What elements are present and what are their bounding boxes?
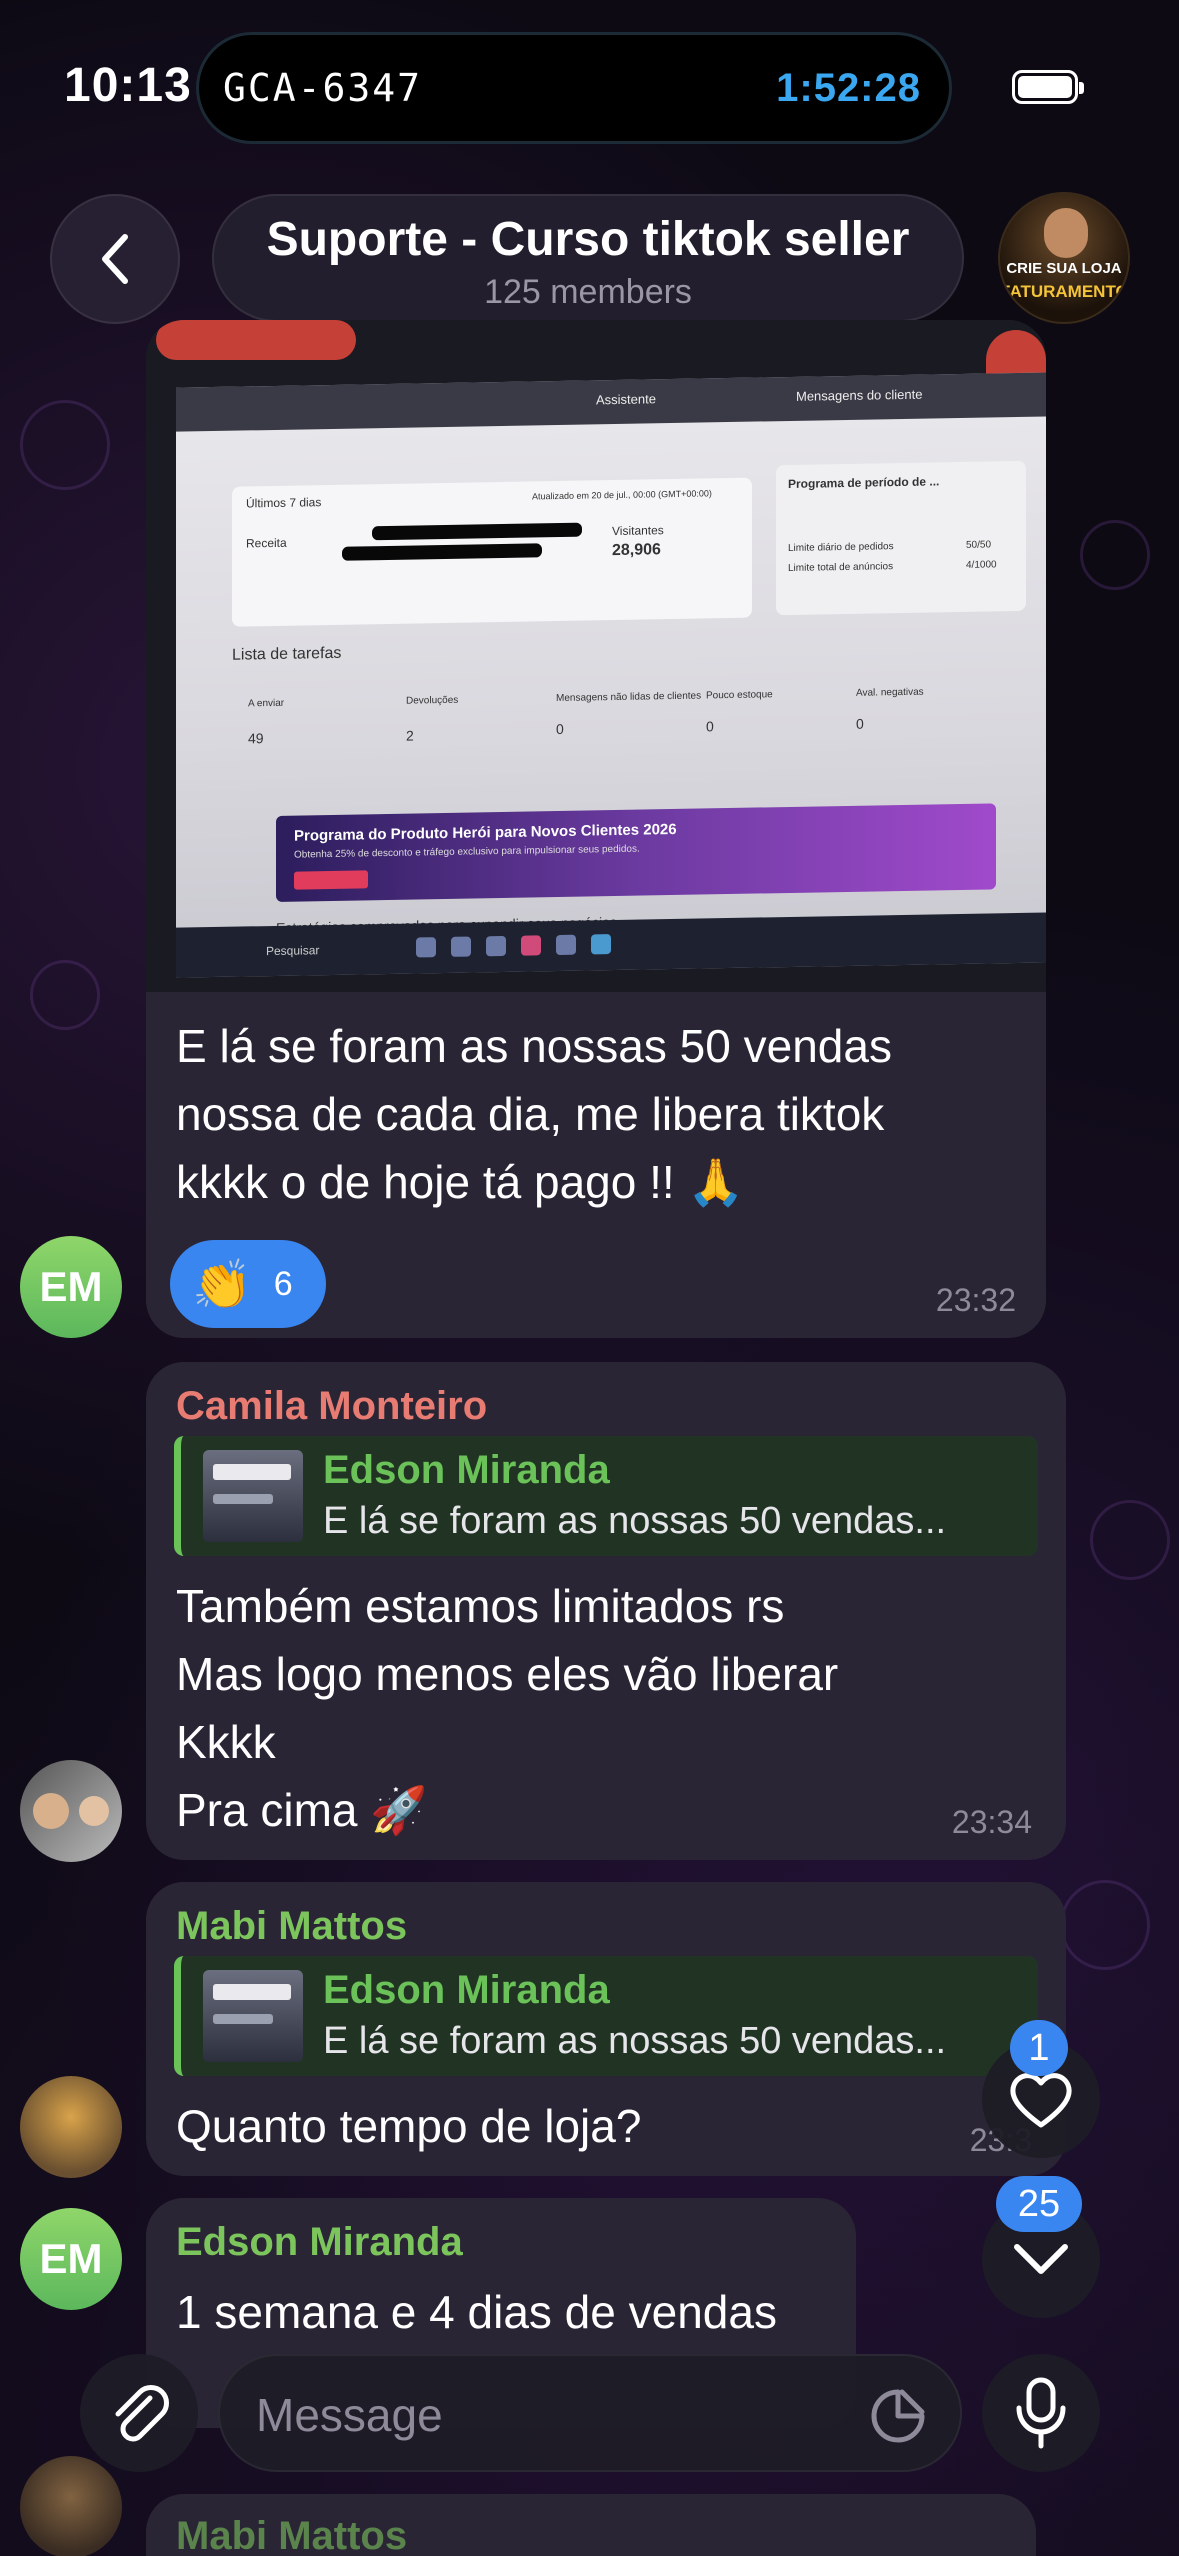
message-text: Quanto tempo de loja? (176, 2100, 642, 2152)
reply-text: E lá se foram as nossas 50 vendas... (323, 2020, 947, 2062)
photo-text: Obtenha 25% de desconto e tráfego exclus… (294, 843, 640, 861)
heart-icon (1010, 2073, 1072, 2128)
status-time: 10:13 (64, 59, 192, 112)
photo-text: 0 (856, 715, 864, 732)
message-bubble[interactable]: Camila Monteiro Edson Miranda E lá se fo… (146, 1362, 1066, 1860)
avatar[interactable]: EM (20, 2208, 122, 2310)
photo-text: Atualizado em 20 de jul., 00:00 (GMT+00:… (532, 488, 712, 502)
microphone-icon (1016, 2377, 1066, 2449)
dynamic-island[interactable]: GCA-6347 1:52:28 (196, 32, 952, 144)
reply-author: Edson Miranda (323, 1968, 610, 2012)
reply-author: Edson Miranda (323, 1448, 610, 1492)
message-text-line: Pra cima 🚀 (176, 1784, 428, 1836)
island-label: GCA-6347 (223, 66, 423, 110)
island-timer: 1:52:28 (776, 65, 921, 110)
message-text-line: E lá se foram as nossas 50 vendas (176, 1020, 892, 1072)
message-text-line: Kkkk (176, 1716, 276, 1768)
photo-text: 2 (406, 727, 414, 744)
reply-preview[interactable]: Edson Miranda E lá se foram as nossas 50… (174, 1956, 1038, 2076)
photo-text: 0 (556, 720, 564, 738)
sticker-icon[interactable] (868, 2386, 928, 2446)
message-text-line: nossa de cada dia, me libera tiktok (176, 1088, 885, 1140)
photo-text: 50/50 (966, 539, 992, 551)
photo-text: Mensagens não lidas de clientes (556, 690, 702, 705)
group-avatar-line1: CRIE SUA LOJA (1006, 260, 1122, 277)
message-text-line: kkkk o de hoje tá pago !! 🙏 (176, 1156, 745, 1208)
photo-text: Pesquisar (266, 943, 320, 959)
photo-text: 28,906 (612, 541, 661, 560)
status-bar: 10:13 GCA-6347 1:52:28 (0, 0, 1179, 170)
message-text-line: Também estamos limitados rs (176, 1580, 785, 1632)
message-bubble[interactable]: Mabi Mattos (146, 2494, 1036, 2556)
photo-text: Programa do Produto Herói para Novos Cli… (294, 820, 677, 845)
photo-text: Devoluções (406, 694, 459, 707)
photo-attachment[interactable]: Assistente Mensagens do cliente Últimos … (146, 320, 1046, 992)
photo-text: Receita (246, 535, 287, 551)
reply-thumbnail (203, 1450, 303, 1542)
reply-preview[interactable]: Edson Miranda E lá se foram as nossas 50… (174, 1436, 1038, 1556)
avatar[interactable] (20, 1760, 122, 1862)
avatar[interactable] (20, 2456, 122, 2556)
clap-icon: 👏 (192, 1258, 252, 1312)
chat-title: Suporte - Curso tiktok seller (266, 213, 910, 266)
back-button[interactable] (50, 194, 180, 324)
sender-name: Camila Monteiro (176, 1384, 488, 1428)
chevron-left-icon (102, 234, 128, 284)
photo-text: 0 (706, 718, 714, 735)
message-bubble[interactable]: Assistente Mensagens do cliente Últimos … (146, 320, 1046, 1338)
photo-text: Programa de período de ... (788, 474, 940, 491)
message-composer[interactable] (218, 2354, 962, 2472)
message-bubble[interactable]: Mabi Mattos Edson Miranda E lá se foram … (146, 1882, 1066, 2176)
sender-name: Mabi Mattos (176, 2514, 408, 2556)
message-time: 23:32 (935, 1282, 1016, 1318)
unread-badge: 25 (996, 2176, 1082, 2232)
photo-text: Lista de tarefas (232, 644, 342, 664)
avatar[interactable]: EM (20, 1236, 122, 1338)
attach-button[interactable] (80, 2354, 198, 2472)
photo-text: Últimos 7 dias (246, 495, 322, 511)
photo-text: 49 (248, 730, 264, 747)
sender-name: Mabi Mattos (176, 1904, 408, 1948)
message-time: 23:34 (951, 1804, 1032, 1840)
paperclip-icon (115, 2385, 169, 2442)
reaction-chip[interactable]: 👏 6 (170, 1240, 326, 1328)
chat-header[interactable]: Suporte - Curso tiktok seller 125 member… (212, 194, 964, 322)
sender-name: Edson Miranda (176, 2220, 463, 2264)
message-input[interactable] (256, 2380, 816, 2450)
photo-text: Pouco estoque (706, 689, 773, 702)
avatar[interactable] (20, 2076, 122, 2178)
photo-banner: Programa do Produto Herói para Novos Cli… (276, 803, 996, 902)
reaction-count: 6 (273, 1264, 293, 1303)
photo-text: Aval. negativas (856, 686, 924, 699)
photo-text: Limite diário de pedidos (788, 541, 894, 554)
photo-text: Limite total de anúncios (788, 561, 894, 574)
photo-text: Assistente (596, 391, 656, 408)
group-avatar[interactable]: CRIE SUA LOJA FATURAMENTO (998, 192, 1130, 324)
reply-text: E lá se foram as nossas 50 vendas... (323, 1500, 947, 1542)
member-count: 125 members (484, 273, 692, 311)
microphone-button[interactable] (982, 2354, 1100, 2472)
message-text-line: Mas logo menos eles vão liberar (176, 1648, 839, 1700)
photo-text: 4/1000 (966, 559, 997, 571)
reply-thumbnail (203, 1970, 303, 2062)
chevron-down-icon (1014, 2244, 1068, 2274)
battery-icon (1012, 70, 1084, 104)
photo-text: Mensagens do cliente (796, 386, 923, 404)
reactions-badge: 1 (1010, 2020, 1068, 2076)
message-text: 1 semana e 4 dias de vendas (176, 2286, 777, 2338)
group-avatar-line2: FATURAMENTO (1000, 282, 1129, 301)
photo-text: A enviar (248, 697, 285, 710)
photo-text: Visitantes (612, 523, 664, 539)
